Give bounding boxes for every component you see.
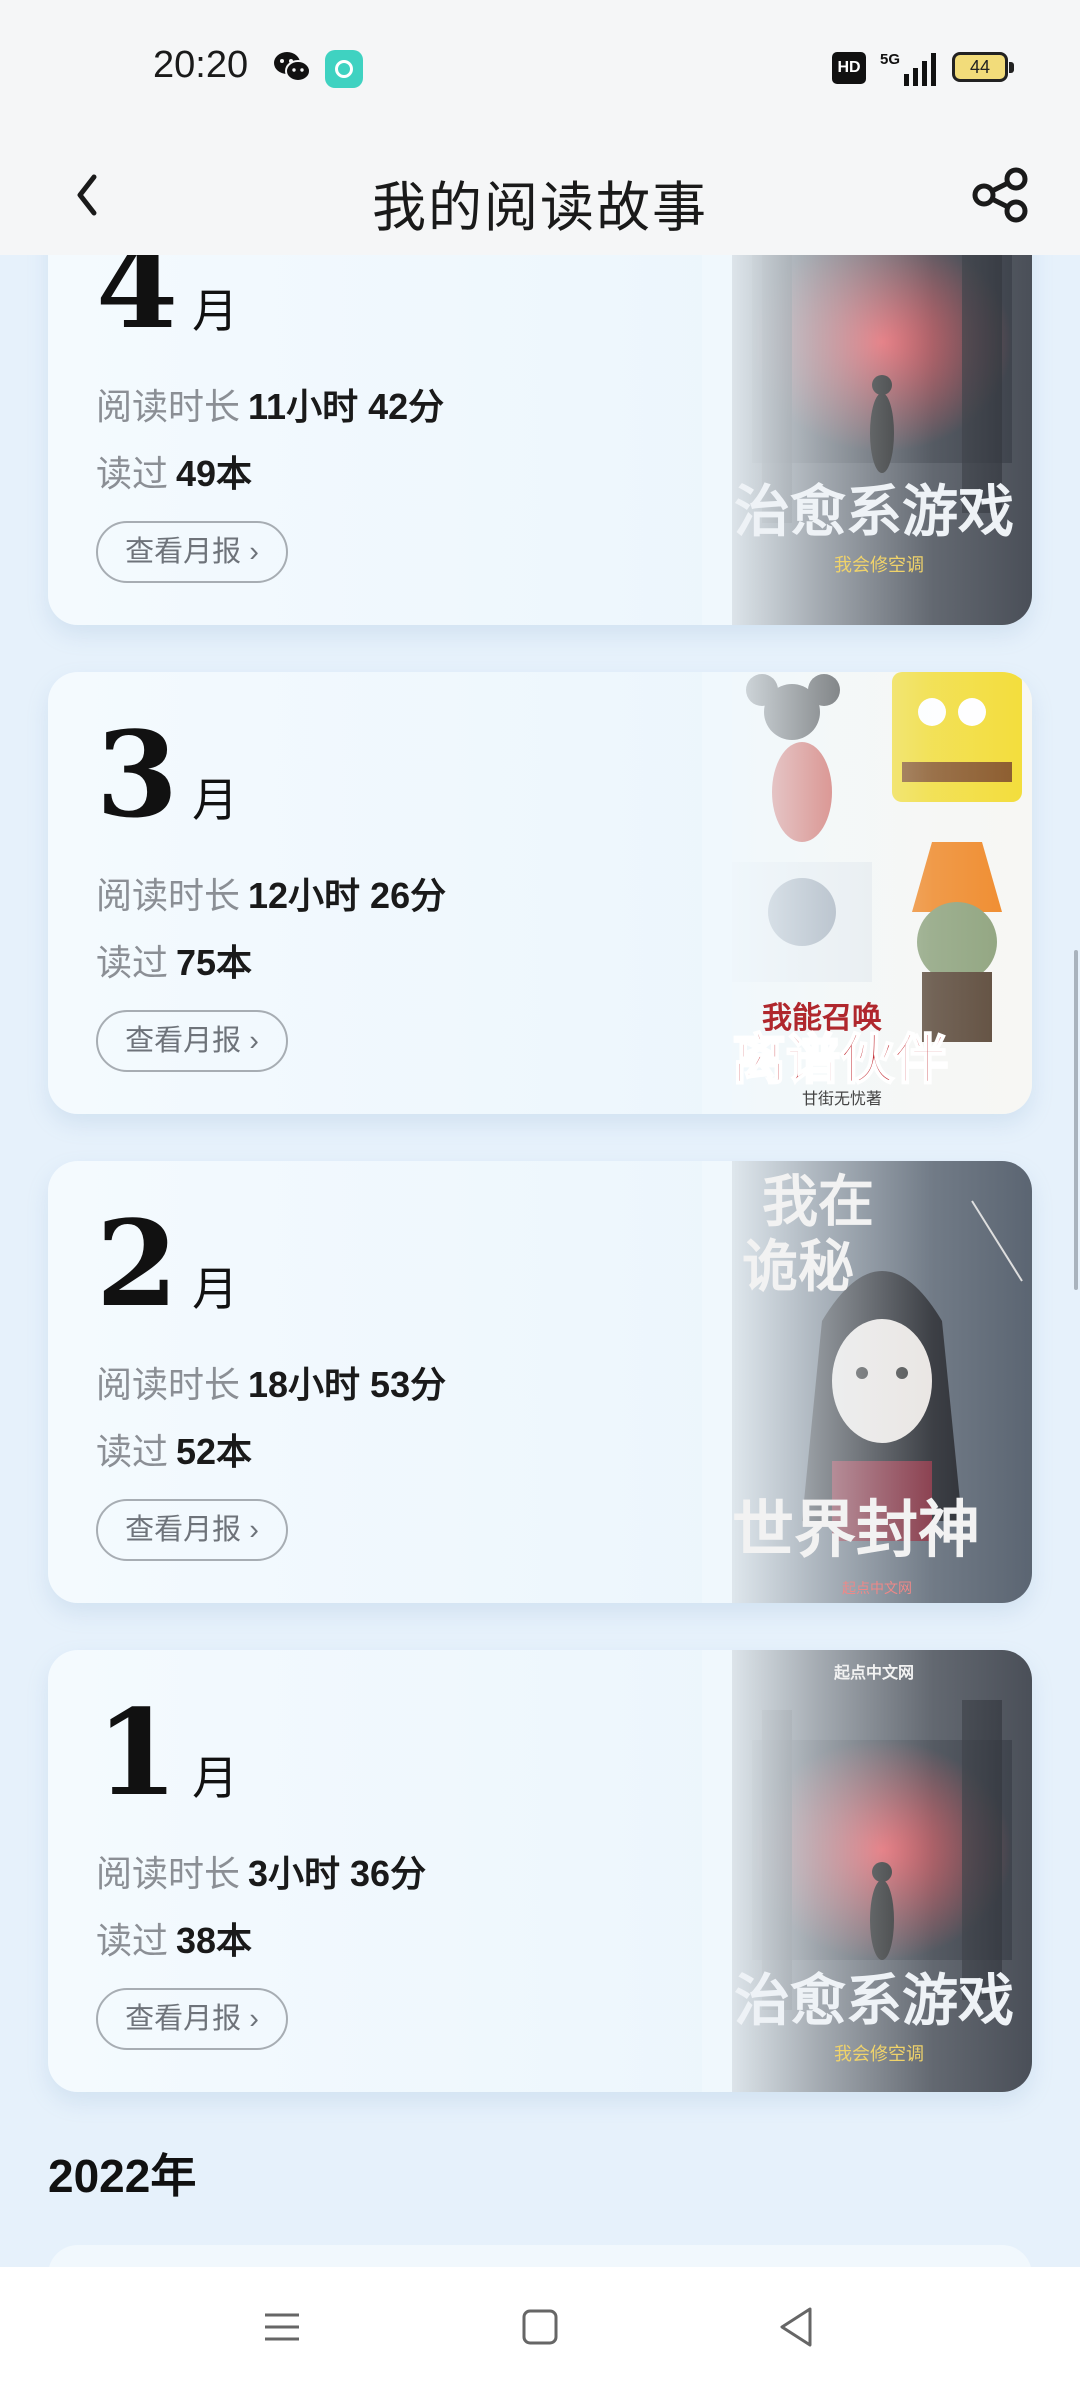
month-title: 2月 bbox=[96, 1205, 238, 1323]
report-button-label: 查看月报 bbox=[125, 1514, 242, 1546]
month-number: 2 bbox=[96, 1194, 179, 1333]
books-read-row: 读过 49本 bbox=[96, 445, 252, 497]
share-icon[interactable] bbox=[960, 155, 1040, 235]
view-monthly-report-button[interactable]: 查看月报 › bbox=[96, 1499, 288, 1561]
back-triangle-icon[interactable] bbox=[776, 2305, 816, 2349]
duration-value: 12小时 26分 bbox=[248, 875, 447, 916]
app-notification-icon bbox=[325, 50, 363, 88]
books-value: 75本 bbox=[176, 942, 253, 983]
month-number: 4 bbox=[96, 255, 179, 355]
reading-duration-row: 阅读时长 18小时 53分 bbox=[96, 1356, 446, 1408]
month-unit: 月 bbox=[192, 1263, 239, 1315]
month-title: 3月 bbox=[96, 716, 238, 834]
duration-label: 阅读时长 bbox=[96, 1364, 241, 1405]
status-time: 20:20 bbox=[153, 44, 249, 86]
view-monthly-report-button[interactable]: 查看月报 › bbox=[96, 521, 288, 583]
month-number: 3 bbox=[96, 705, 179, 844]
hd-icon: HD bbox=[832, 52, 866, 84]
chevron-right-icon: › bbox=[249, 1514, 259, 1546]
books-label: 读过 bbox=[96, 1920, 169, 1961]
svg-text:治愈系游戏: 治愈系游戏 bbox=[734, 480, 1014, 545]
books-label: 读过 bbox=[96, 453, 169, 494]
reading-duration-row: 阅读时长 11小时 42分 bbox=[96, 378, 444, 430]
month-card-january[interactable]: 起点中文网 治愈系游戏 我会修空调 1月 阅读时长 3小时 36分 读过 38本 查… bbox=[48, 1650, 1032, 2092]
battery-icon: 44 bbox=[952, 52, 1014, 82]
chevron-right-icon: › bbox=[249, 536, 259, 568]
svg-text:起点中文网: 起点中文网 bbox=[842, 1581, 912, 1597]
books-value: 52本 bbox=[176, 1431, 253, 1472]
month-card-april[interactable]: 治愈系游戏 我会修空调 4月 阅读时长 11小时 42分 读过 49本 查看月报 › bbox=[48, 255, 1032, 625]
books-value: 38本 bbox=[176, 1920, 253, 1961]
month-card-march[interactable]: 我能召唤 离谱伙伴 甘街无忧著 3月 阅读时长 12小时 26分 读过 75本 查看… bbox=[48, 672, 1032, 1114]
view-monthly-report-button[interactable]: 查看月报 › bbox=[96, 1010, 288, 1072]
duration-value: 18小时 53分 bbox=[248, 1364, 447, 1405]
svg-text:5G: 5G bbox=[880, 51, 900, 68]
menu-icon[interactable] bbox=[262, 2307, 302, 2347]
year-heading: 2022年 bbox=[48, 2150, 197, 2202]
next-card-peek[interactable] bbox=[48, 2245, 1032, 2267]
chevron-right-icon: › bbox=[249, 2003, 259, 2035]
duration-label: 阅读时长 bbox=[96, 386, 241, 427]
reading-duration-row: 阅读时长 3小时 36分 bbox=[96, 1845, 426, 1897]
reading-story-list[interactable]: 治愈系游戏 我会修空调 4月 阅读时长 11小时 42分 读过 49本 查看月报 › bbox=[0, 255, 1080, 2267]
month-unit: 月 bbox=[192, 285, 239, 337]
home-icon[interactable] bbox=[520, 2307, 560, 2347]
books-label: 读过 bbox=[96, 1431, 169, 1472]
month-title: 4月 bbox=[96, 255, 238, 345]
books-read-row: 读过 52本 bbox=[96, 1423, 252, 1475]
svg-text:我会修空调: 我会修空调 bbox=[834, 555, 924, 576]
page-title: 我的阅读故事 bbox=[372, 178, 708, 238]
report-button-label: 查看月报 bbox=[125, 1025, 242, 1057]
report-button-label: 查看月报 bbox=[125, 536, 242, 568]
svg-text:我会修空调: 我会修空调 bbox=[834, 2044, 924, 2065]
system-nav-bar bbox=[0, 2267, 1080, 2400]
duration-value: 11小时 42分 bbox=[248, 386, 445, 427]
svg-text:诡秘: 诡秘 bbox=[742, 1235, 854, 1300]
app-header: 我的阅读故事 bbox=[0, 135, 1080, 255]
svg-text:甘街无忧著: 甘街无忧著 bbox=[802, 1089, 882, 1108]
scrollbar[interactable] bbox=[1074, 950, 1078, 1290]
cover-title-text: 起点中文网 治愈系游戏 我会修空调 bbox=[734, 1663, 1014, 2065]
month-card-february[interactable]: 我在 诡秘 世界封神 起点中文网 2月 阅读时长 18小时 53分 读过 52本 查… bbox=[48, 1161, 1032, 1603]
reading-duration-row: 阅读时长 12小时 26分 bbox=[96, 867, 446, 919]
cover-title-text: 治愈系游戏 我会修空调 bbox=[734, 480, 1014, 576]
cover-title-text: 我在 诡秘 世界封神 起点中文网 bbox=[732, 1170, 980, 1597]
books-value: 49本 bbox=[176, 453, 253, 494]
month-title: 1月 bbox=[96, 1694, 238, 1812]
signal-icon: 5G bbox=[880, 51, 936, 86]
books-label: 读过 bbox=[96, 942, 169, 983]
books-read-row: 读过 75本 bbox=[96, 934, 252, 986]
wechat-icon bbox=[274, 52, 311, 82]
month-unit: 月 bbox=[192, 1752, 239, 1804]
duration-label: 阅读时长 bbox=[96, 875, 241, 916]
svg-text:离谱伙伴: 离谱伙伴 bbox=[732, 1028, 948, 1091]
month-unit: 月 bbox=[192, 774, 239, 826]
duration-label: 阅读时长 bbox=[96, 1853, 241, 1894]
chevron-right-icon: › bbox=[249, 1025, 259, 1057]
svg-text:我在: 我在 bbox=[762, 1170, 874, 1235]
books-read-row: 读过 38本 bbox=[96, 1912, 252, 1964]
month-number: 1 bbox=[96, 1683, 179, 1822]
cover-title-text: 我能召唤 离谱伙伴 甘街无忧著 bbox=[731, 1001, 949, 1108]
view-monthly-report-button[interactable]: 查看月报 › bbox=[96, 1988, 288, 2050]
duration-value: 3小时 36分 bbox=[248, 1853, 427, 1894]
status-bar: 20:20 HD 5G 44 bbox=[0, 0, 1080, 135]
report-button-label: 查看月报 bbox=[125, 2003, 242, 2035]
svg-text:起点中文网: 起点中文网 bbox=[833, 1663, 914, 1682]
svg-text:世界封神: 世界封神 bbox=[732, 1493, 980, 1566]
svg-text:治愈系游戏: 治愈系游戏 bbox=[734, 1969, 1014, 2034]
